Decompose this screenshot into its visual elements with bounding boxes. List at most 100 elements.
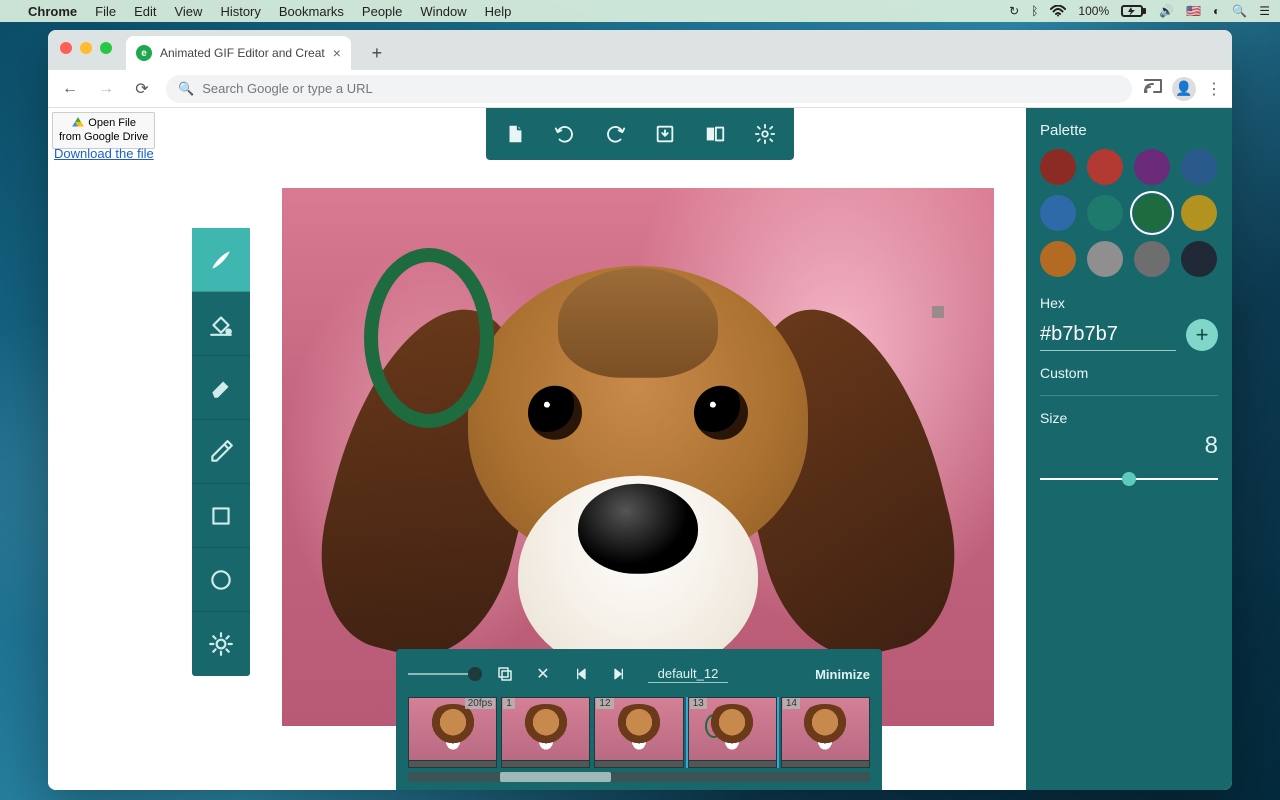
menu-view[interactable]: View — [174, 4, 202, 19]
custom-heading: Custom — [1040, 365, 1218, 381]
tab-favicon-icon: e — [136, 45, 152, 61]
picker-tool[interactable] — [192, 420, 250, 484]
timemachine-icon[interactable]: ↻ — [1009, 4, 1019, 18]
light-tool[interactable] — [192, 612, 250, 676]
battery-text: 100% — [1078, 4, 1109, 18]
spotlight-icon[interactable]: 🔍 — [1232, 4, 1247, 18]
tab-strip: e Animated GIF Editor and Creat × + — [48, 30, 1232, 70]
frame-thumb-3[interactable]: 13 — [688, 697, 777, 768]
swatch-9[interactable] — [1087, 241, 1123, 277]
undo-icon[interactable] — [554, 123, 576, 145]
swatch-6[interactable] — [1134, 195, 1170, 231]
nav-back-button[interactable]: ← — [58, 80, 82, 98]
swatch-8[interactable] — [1040, 241, 1076, 277]
last-frame-icon[interactable] — [610, 665, 628, 683]
right-sidebar: Palette Hex #b7b7b7 + Custom Size 8 — [1026, 108, 1232, 790]
menu-bookmarks[interactable]: Bookmarks — [279, 4, 344, 19]
mac-menubar: Chrome File Edit View History Bookmarks … — [0, 0, 1280, 22]
menu-help[interactable]: Help — [485, 4, 512, 19]
cast-icon[interactable] — [1144, 79, 1162, 98]
menu-list-icon[interactable]: ☰ — [1259, 4, 1270, 18]
stray-pixel — [932, 306, 944, 318]
annotation-ellipse — [364, 248, 494, 428]
top-action-bar — [486, 108, 794, 160]
frames-filename[interactable]: default_12 — [648, 666, 728, 683]
zoom-slider[interactable] — [408, 673, 476, 675]
tab-close-icon[interactable]: × — [333, 45, 341, 61]
swatch-0[interactable] — [1040, 149, 1076, 185]
settings-icon[interactable] — [754, 123, 776, 145]
frame-thumb-1[interactable]: 1 — [501, 697, 590, 768]
size-heading: Size — [1040, 410, 1218, 426]
open-file-l1: Open File — [88, 117, 136, 129]
canvas-image — [282, 188, 994, 726]
siri-icon[interactable]: ◐ — [1213, 4, 1220, 18]
palette-swatches — [1040, 149, 1218, 277]
frames-scrollbar[interactable] — [408, 772, 870, 782]
menu-people[interactable]: People — [362, 4, 402, 19]
palette-heading: Palette — [1040, 122, 1218, 139]
add-color-button[interactable]: + — [1186, 319, 1218, 351]
swatch-2[interactable] — [1134, 149, 1170, 185]
chrome-menu-icon[interactable]: ⋮ — [1206, 79, 1222, 99]
window-controls — [60, 42, 112, 54]
rect-tool[interactable] — [192, 484, 250, 548]
minimize-window-button[interactable] — [80, 42, 92, 54]
battery-icon[interactable] — [1121, 5, 1147, 17]
swatch-11[interactable] — [1181, 241, 1217, 277]
menu-window[interactable]: Window — [420, 4, 466, 19]
minimize-button[interactable]: Minimize — [815, 667, 870, 682]
delete-frame-icon[interactable]: ✕ — [534, 665, 552, 683]
layers-icon[interactable] — [496, 665, 514, 683]
chrome-window: e Animated GIF Editor and Creat × + ← → … — [48, 30, 1232, 790]
tab-title: Animated GIF Editor and Creat — [160, 46, 325, 60]
menu-history[interactable]: History — [220, 4, 260, 19]
frame-thumb-4[interactable]: 14 — [781, 697, 870, 768]
close-window-button[interactable] — [60, 42, 72, 54]
frame-thumbnails: 20fps1121314 — [408, 697, 870, 768]
download-link[interactable]: Download the file — [54, 146, 154, 161]
nav-forward-button: → — [94, 80, 118, 98]
swatch-5[interactable] — [1087, 195, 1123, 231]
canvas-area[interactable] — [282, 188, 994, 726]
fill-tool[interactable] — [192, 292, 250, 356]
frame-thumb-0[interactable]: 20fps — [408, 697, 497, 768]
open-file-l2: from Google Drive — [59, 131, 148, 143]
swatch-1[interactable] — [1087, 149, 1123, 185]
new-tab-button[interactable]: + — [363, 39, 391, 67]
redo-icon[interactable] — [604, 123, 626, 145]
download-icon[interactable] — [654, 123, 676, 145]
size-value: 8 — [1040, 432, 1218, 460]
tool-toolbar — [192, 228, 250, 676]
compare-icon[interactable] — [704, 123, 726, 145]
editor-app: Open File from Google Drive Download the… — [48, 108, 1232, 790]
swatch-3[interactable] — [1181, 149, 1217, 185]
maximize-window-button[interactable] — [100, 42, 112, 54]
open-file-button[interactable]: Open File from Google Drive — [52, 112, 155, 149]
menu-edit[interactable]: Edit — [134, 4, 156, 19]
eraser-tool[interactable] — [192, 356, 250, 420]
menu-file[interactable]: File — [95, 4, 116, 19]
search-icon: 🔍 — [178, 81, 194, 97]
swatch-10[interactable] — [1134, 241, 1170, 277]
profile-avatar[interactable]: 👤 — [1172, 77, 1196, 101]
size-slider[interactable] — [1040, 478, 1218, 480]
browser-tab[interactable]: e Animated GIF Editor and Creat × — [126, 36, 351, 70]
frame-thumb-2[interactable]: 12 — [594, 697, 683, 768]
menu-app-name[interactable]: Chrome — [28, 4, 77, 19]
input-flag-icon[interactable]: 🇺🇸 — [1186, 4, 1201, 18]
hex-input[interactable]: #b7b7b7 — [1040, 319, 1176, 351]
volume-icon[interactable]: 🔊 — [1159, 4, 1174, 18]
frames-panel: ✕ default_12 Minimize 20fps1121314 — [396, 649, 882, 790]
omnibox[interactable]: 🔍 Search Google or type a URL — [166, 75, 1132, 103]
wifi-icon[interactable] — [1050, 5, 1066, 17]
swatch-7[interactable] — [1181, 195, 1217, 231]
bluetooth-icon[interactable]: ᛒ — [1031, 4, 1038, 18]
swatch-4[interactable] — [1040, 195, 1076, 231]
first-frame-icon[interactable] — [572, 665, 590, 683]
new-file-icon[interactable] — [504, 123, 526, 145]
brush-tool[interactable] — [192, 228, 250, 292]
circle-tool[interactable] — [192, 548, 250, 612]
omnibox-placeholder: Search Google or type a URL — [202, 81, 373, 96]
nav-reload-button[interactable]: ⟳ — [130, 79, 154, 99]
